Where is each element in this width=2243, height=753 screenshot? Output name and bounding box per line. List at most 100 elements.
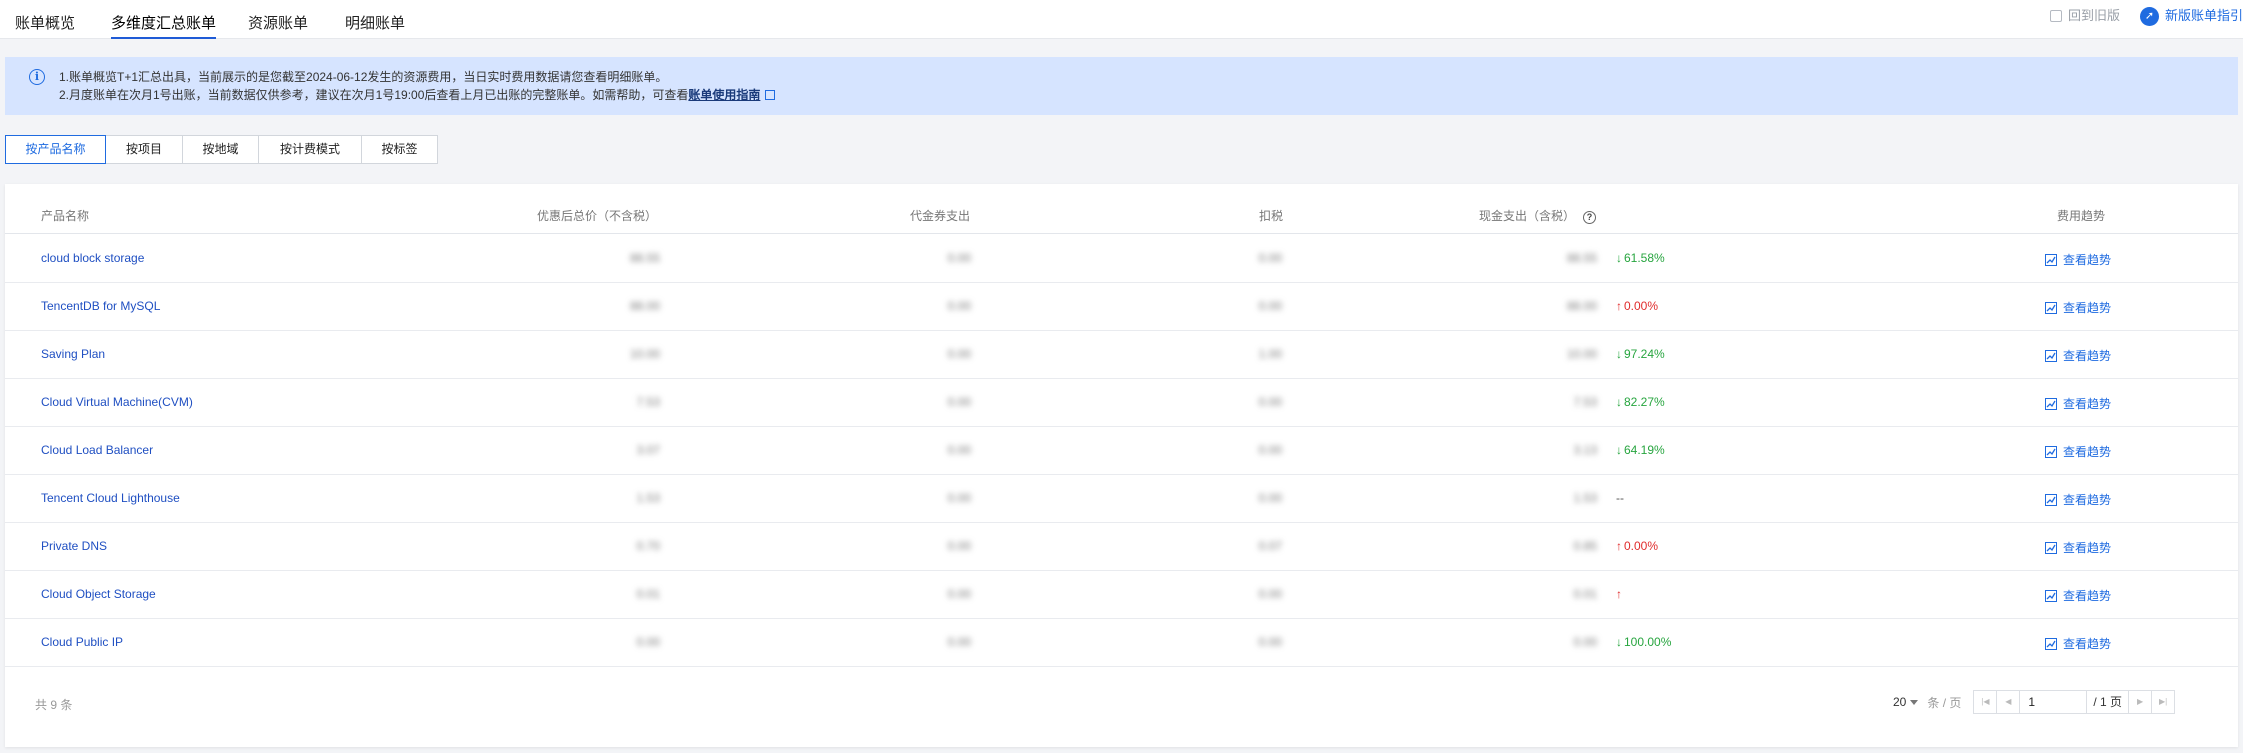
trend-change: ↑ 0.00% xyxy=(1616,299,1658,313)
product-name-link[interactable]: Cloud Load Balancer xyxy=(41,443,153,457)
tax-value: 0.00 xyxy=(1258,587,1282,601)
last-page-button[interactable]: ▶| xyxy=(2151,690,2176,714)
trend-change: -- xyxy=(1616,491,1624,505)
view-trend-label: 查看趋势 xyxy=(2063,493,2112,507)
product-name-link[interactable]: Tencent Cloud Lighthouse xyxy=(41,491,180,505)
back-to-old-version-link[interactable]: 回到旧版 xyxy=(2050,6,2120,26)
trend-chart-icon xyxy=(2045,541,2057,554)
table-row: Cloud Load Balancer 3.07 0.00 0.00 3.13 ↓ 64.1… xyxy=(5,427,2238,475)
trend-percent: 64.19% xyxy=(1624,443,1665,457)
discount-total-value: 3.07 xyxy=(636,443,660,457)
trend-chart-icon xyxy=(2045,253,2057,266)
tab-by-region[interactable]: 按地域 xyxy=(182,135,259,164)
page-size-select[interactable]: 20 xyxy=(1893,695,1919,709)
tab-detail-bill[interactable]: 明细账单 xyxy=(345,0,405,39)
view-trend-link[interactable]: 查看趋势 xyxy=(2045,395,2111,412)
tab-multi-dimension-summary[interactable]: 多维度汇总账单 xyxy=(111,0,217,39)
view-trend-link[interactable]: 查看趋势 xyxy=(2045,443,2111,460)
cash-value: 0.85 xyxy=(1573,539,1597,553)
product-name-link[interactable]: Cloud Public IP xyxy=(41,635,123,649)
trend-percent: 82.27% xyxy=(1624,395,1665,409)
back-to-old-version-label: 回到旧版 xyxy=(2068,8,2121,23)
arrow-up-icon: ↑ xyxy=(1616,299,1622,313)
page-number-input[interactable]: 1 xyxy=(2019,690,2088,714)
view-trend-label: 查看趋势 xyxy=(2063,541,2112,555)
arrow-down-icon: ↓ xyxy=(1616,251,1622,265)
return-icon xyxy=(2050,10,2062,22)
view-trend-label: 查看趋势 xyxy=(2063,589,2112,603)
trend-percent: 61.58% xyxy=(1624,251,1665,265)
trend-chart-icon xyxy=(2045,349,2057,362)
trend-chart-icon xyxy=(2045,397,2057,410)
voucher-value: 0.00 xyxy=(947,635,971,649)
product-name-link[interactable]: cloud block storage xyxy=(41,251,144,265)
view-trend-label: 查看趋势 xyxy=(2063,349,2112,363)
tab-by-product-name[interactable]: 按产品名称 xyxy=(5,135,106,164)
table-row: Private DNS 0.70 0.00 0.07 0.85 ↑ 0.00% 查看趋势 xyxy=(5,523,2238,571)
arrow-down-icon: ↓ xyxy=(1616,347,1622,361)
notice-banner: i 1.账单概览T+1汇总出具，当前展示的是您截至2024-06-12发生的资源… xyxy=(5,57,2238,115)
tax-value: 0.00 xyxy=(1258,299,1282,313)
trend-change: ↓ 82.27% xyxy=(1616,395,1665,409)
chevron-down-icon xyxy=(1910,700,1919,706)
total-pages-label: / 1 页 xyxy=(2087,690,2130,714)
view-trend-link[interactable]: 查看趋势 xyxy=(2045,347,2111,364)
trend-change: ↓ 64.19% xyxy=(1616,443,1665,457)
bill-table-panel: 产品名称 优惠后总价（不含税） 代金券支出 扣税 现金支出（含税）? 费用趋势 … xyxy=(5,184,2238,747)
trend-percent: -- xyxy=(1616,491,1624,505)
table-row: Cloud Object Storage 0.01 0.00 0.00 0.01 ↑ 查看趋… xyxy=(5,571,2238,619)
tab-by-tag[interactable]: 按标签 xyxy=(361,135,438,164)
voucher-value: 0.00 xyxy=(947,539,971,553)
notice-line-2: 2.月度账单在次月1号出账，当前数据仅供参考，建议在次月1号19:00后查看上月… xyxy=(59,86,776,103)
view-trend-link[interactable]: 查看趋势 xyxy=(2045,635,2111,652)
view-trend-label: 查看趋势 xyxy=(2063,445,2112,459)
tab-by-billing-mode[interactable]: 按计费模式 xyxy=(258,135,362,164)
view-trend-link[interactable]: 查看趋势 xyxy=(2045,251,2111,268)
cash-value: 0.00 xyxy=(1573,635,1597,649)
tab-bill-overview[interactable]: 账单概览 xyxy=(15,0,75,39)
table-row: Cloud Virtual Machine(CVM) 7.53 0.00 0.00 7.… xyxy=(5,379,2238,427)
header-tax: 扣税 xyxy=(1259,209,1284,223)
product-name-link[interactable]: Saving Plan xyxy=(41,347,105,361)
voucher-value: 0.00 xyxy=(947,443,971,457)
tax-value: 0.00 xyxy=(1258,395,1282,409)
prev-page-button[interactable]: ◀ xyxy=(1996,690,2021,714)
help-icon[interactable]: ? xyxy=(1583,211,1597,224)
top-navigation: 账单概览 多维度汇总账单 资源账单 明细账单 回到旧版 ➚ 新版账单指引 xyxy=(0,0,2243,39)
discount-total-value: 88.00 xyxy=(629,299,660,313)
header-voucher: 代金券支出 xyxy=(910,209,971,223)
table-row: Tencent Cloud Lighthouse 1.53 0.00 0.00 1.53… xyxy=(5,475,2238,523)
first-page-button[interactable]: |◀ xyxy=(1973,690,1998,714)
view-trend-link[interactable]: 查看趋势 xyxy=(2045,539,2111,556)
trend-change: ↑ xyxy=(1616,587,1624,601)
view-trend-link[interactable]: 查看趋势 xyxy=(2045,299,2111,316)
view-trend-label: 查看趋势 xyxy=(2063,637,2112,651)
view-trend-link[interactable]: 查看趋势 xyxy=(2045,491,2111,508)
product-name-link[interactable]: Cloud Virtual Machine(CVM) xyxy=(41,395,193,409)
trend-change: ↓ 100.00% xyxy=(1616,635,1671,649)
tax-value: 0.07 xyxy=(1258,539,1282,553)
cash-value: 3.13 xyxy=(1573,443,1597,457)
voucher-value: 0.00 xyxy=(947,251,971,265)
bill-guide-link[interactable]: 账单使用指南 xyxy=(688,88,760,102)
voucher-value: 0.00 xyxy=(947,299,971,313)
view-trend-link[interactable]: 查看趋势 xyxy=(2045,587,2111,604)
cash-value: 0.01 xyxy=(1573,587,1597,601)
discount-total-value: 10.00 xyxy=(629,347,660,361)
next-page-button[interactable]: ▶ xyxy=(2128,690,2153,714)
external-link-icon[interactable] xyxy=(765,90,776,100)
trend-chart-icon xyxy=(2045,301,2057,314)
header-cost-trend: 费用趋势 xyxy=(2057,209,2106,223)
product-name-link[interactable]: Private DNS xyxy=(41,539,107,553)
product-name-link[interactable]: Cloud Object Storage xyxy=(41,587,156,601)
table-row: TencentDB for MySQL 88.00 0.00 0.00 88.00 ↑ 0.… xyxy=(5,283,2238,331)
product-name-link[interactable]: TencentDB for MySQL xyxy=(41,299,160,313)
dimension-tabs: 按产品名称 按项目 按地域 按计费模式 按标签 xyxy=(5,135,438,164)
per-page-label: 条 / 页 xyxy=(1927,695,1962,710)
new-bill-guide-link[interactable]: ➚ 新版账单指引 xyxy=(2140,6,2243,26)
notice-line-1: 1.账单概览T+1汇总出具，当前展示的是您截至2024-06-12发生的资源费用… xyxy=(59,70,668,84)
trend-chart-icon xyxy=(2045,493,2057,506)
tab-by-project[interactable]: 按项目 xyxy=(105,135,183,164)
trend-chart-icon xyxy=(2045,589,2057,602)
tab-resource-bill[interactable]: 资源账单 xyxy=(248,0,308,39)
